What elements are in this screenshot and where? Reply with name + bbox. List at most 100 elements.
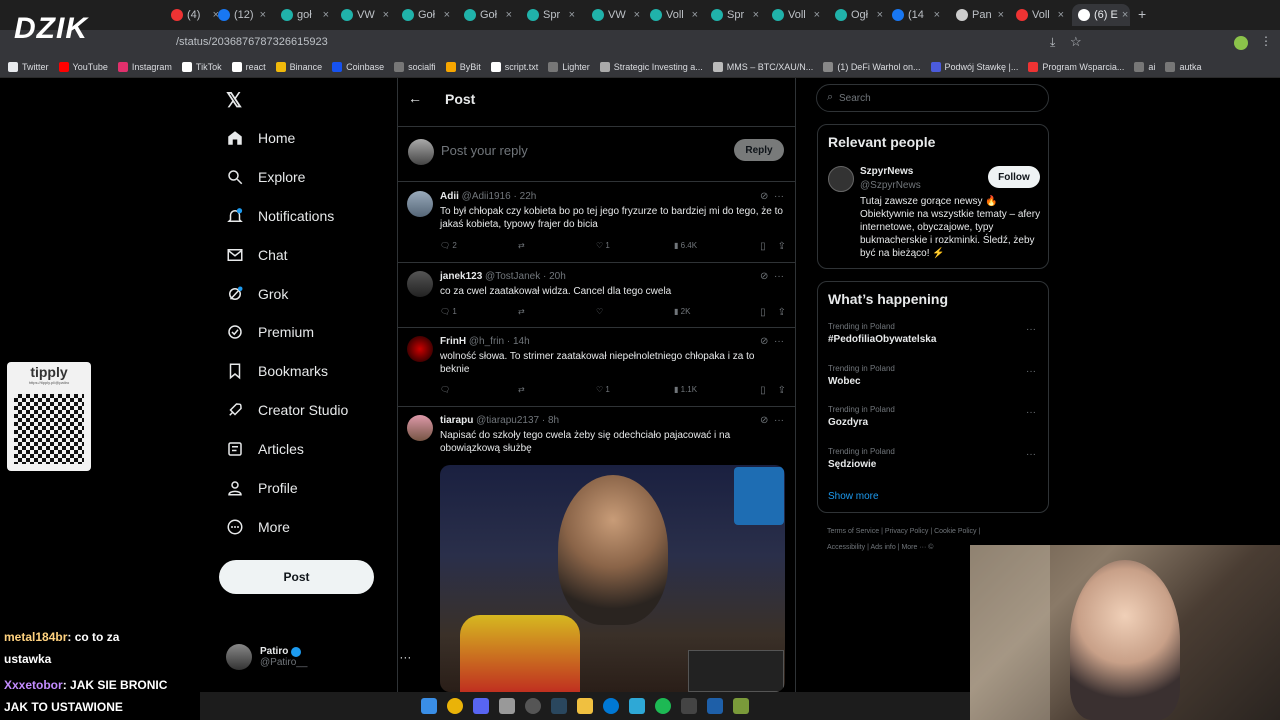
nav-item-chat[interactable]: Chat: [226, 240, 288, 270]
browser-tab[interactable]: Ogł ×: [829, 4, 889, 26]
avatar[interactable]: [407, 271, 433, 297]
retweet-action[interactable]: ⇄: [518, 307, 596, 316]
avatar[interactable]: [407, 336, 433, 362]
more-options-icon[interactable]: ···: [1026, 449, 1036, 460]
reply-tweet[interactable]: FrinH @h_frin · 14h ⊘ ··· wolność słowa. T…: [397, 328, 796, 407]
views-action[interactable]: ▮ 6.4K: [674, 241, 752, 250]
browser-tab[interactable]: Voll ×: [1010, 4, 1070, 26]
bookmark-item[interactable]: autka: [1165, 61, 1201, 72]
browser-tab[interactable]: (6) E ×: [1072, 4, 1130, 26]
account-switcher[interactable]: Patiro @Patiro__ ···: [226, 644, 411, 670]
browser-tab[interactable]: VW ×: [335, 4, 395, 26]
obs-icon[interactable]: [525, 698, 541, 714]
trend-name[interactable]: Wobec: [828, 376, 861, 387]
bookmark-item[interactable]: TikTok: [181, 61, 222, 72]
bookmark-item[interactable]: script.txt: [490, 61, 538, 72]
tweet-author[interactable]: tiarapu: [440, 415, 473, 426]
trend-name[interactable]: Sędziowie: [828, 459, 876, 470]
more-options-icon[interactable]: ···: [1026, 407, 1036, 418]
x-logo-icon[interactable]: 𝕏: [226, 88, 242, 113]
reply-input[interactable]: Post your reply: [441, 143, 528, 158]
close-icon[interactable]: ×: [934, 9, 940, 21]
more-options-icon[interactable]: ···: [1026, 324, 1036, 335]
start-icon[interactable]: [421, 698, 437, 714]
reply-action[interactable]: 🗨: [440, 385, 518, 394]
close-icon[interactable]: ×: [569, 9, 575, 21]
grok-icon[interactable]: ⊘: [760, 415, 768, 426]
spotify-icon[interactable]: [655, 698, 671, 714]
reply-tweet[interactable]: janek123 @TostJanek · 20h ⊘ ··· co za cwel…: [397, 263, 796, 328]
avatar[interactable]: [828, 166, 854, 192]
browser-tab[interactable]: Spr ×: [705, 4, 765, 26]
nav-item-home[interactable]: Home: [226, 123, 295, 153]
close-icon[interactable]: ×: [1122, 9, 1128, 21]
back-arrow-icon[interactable]: ←: [408, 90, 422, 106]
close-icon[interactable]: ×: [692, 9, 698, 21]
nav-item-profile[interactable]: Profile: [226, 473, 298, 503]
views-action[interactable]: ▮ 1.1K: [674, 385, 752, 394]
more-options-icon[interactable]: ···: [774, 415, 784, 426]
retweet-action[interactable]: ⇄: [518, 241, 596, 250]
close-icon[interactable]: ×: [506, 9, 512, 21]
url-text[interactable]: /status/2036876787326615923: [176, 36, 328, 48]
share-icon[interactable]: ⇪: [778, 385, 786, 396]
follow-button[interactable]: Follow: [988, 166, 1040, 188]
nav-item-articles[interactable]: Articles: [226, 434, 304, 464]
bookmark-item[interactable]: socialfi: [394, 61, 436, 72]
bookmark-item[interactable]: react: [231, 61, 266, 72]
bookmark-item[interactable]: Coinbase: [332, 61, 384, 72]
close-icon[interactable]: ×: [753, 9, 759, 21]
star-icon[interactable]: ☆: [1070, 34, 1082, 50]
trend-name[interactable]: Gozdyra: [828, 417, 868, 428]
more-options-icon[interactable]: ···: [774, 336, 784, 347]
nav-item-bookmarks[interactable]: Bookmarks: [226, 356, 328, 386]
retweet-action[interactable]: ⇄: [518, 385, 596, 394]
reply-action[interactable]: 🗨 1: [440, 307, 518, 316]
more-options-icon[interactable]: ···: [774, 191, 784, 202]
browser-tab[interactable]: Voll ×: [644, 4, 704, 26]
avatar[interactable]: [407, 191, 433, 217]
app-icon[interactable]: [707, 698, 723, 714]
close-icon[interactable]: ×: [877, 9, 883, 21]
close-icon[interactable]: ×: [998, 9, 1004, 21]
new-tab-icon[interactable]: +: [1138, 6, 1146, 22]
tweet-author[interactable]: Adii: [440, 191, 459, 202]
trend-name[interactable]: #PedofiliaObywatelska: [828, 334, 936, 345]
views-action[interactable]: ▮ 2K: [674, 307, 752, 316]
browser-tab[interactable]: Voll ×: [766, 4, 826, 26]
nav-item-creator-studio[interactable]: Creator Studio: [226, 395, 348, 425]
bookmark-icon[interactable]: ▯: [760, 241, 766, 252]
reply-button[interactable]: Reply: [734, 139, 784, 161]
discord-icon[interactable]: [473, 698, 489, 714]
share-icon[interactable]: ⇪: [778, 307, 786, 318]
close-icon[interactable]: ×: [444, 9, 450, 21]
install-icon[interactable]: ⤓: [1050, 35, 1055, 50]
footer-links[interactable]: Terms of Service | Privacy Policy | Cook…: [827, 528, 980, 535]
close-icon[interactable]: ×: [814, 9, 820, 21]
browser-tab[interactable]: VW ×: [586, 4, 646, 26]
bookmark-item[interactable]: YouTube: [58, 61, 108, 72]
nav-item-explore[interactable]: Explore: [226, 162, 305, 192]
bookmark-item[interactable]: Strategic Investing a...: [599, 61, 703, 72]
address-bar[interactable]: /status/2036876787326615923 ⤓ ☆ ⋮: [0, 30, 1280, 56]
app-icon[interactable]: [499, 698, 515, 714]
folder-icon[interactable]: [577, 698, 593, 714]
bookmark-item[interactable]: Instagram: [117, 61, 172, 72]
edge-icon[interactable]: [603, 698, 619, 714]
post-button[interactable]: Post: [219, 560, 374, 594]
chrome-icon[interactable]: [447, 698, 463, 714]
bookmark-item[interactable]: Twitter: [8, 61, 49, 72]
bookmark-item[interactable]: MMS – BTC/XAU/N...: [712, 61, 813, 72]
bookmark-item[interactable]: Program Wsparcia...: [1028, 61, 1124, 72]
app-icon[interactable]: [629, 698, 645, 714]
like-action[interactable]: ♡ 1: [596, 241, 674, 250]
grok-icon[interactable]: ⊘: [760, 336, 768, 347]
browser-tab[interactable]: goł ×: [275, 4, 335, 26]
bookmark-item[interactable]: (1) DeFi Warhol on...: [823, 61, 921, 72]
more-options-icon[interactable]: ···: [1026, 366, 1036, 377]
browser-tab[interactable]: (12) ×: [212, 4, 272, 26]
browser-tab[interactable]: (14 ×: [886, 4, 946, 26]
footer-links[interactable]: Accessibility | Ads info | More ··· ©: [827, 544, 933, 551]
browser-tab[interactable]: Spr ×: [521, 4, 581, 26]
bookmark-icon[interactable]: ▯: [760, 385, 766, 396]
